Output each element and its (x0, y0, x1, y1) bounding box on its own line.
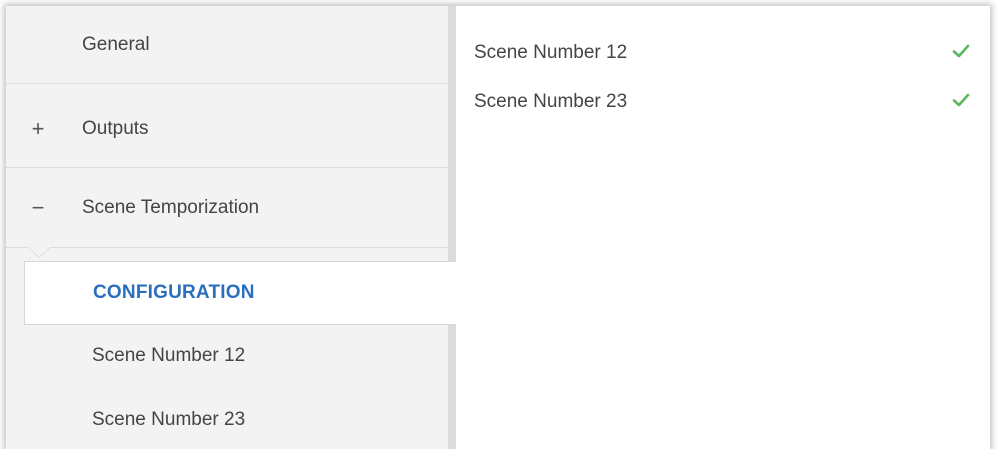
param-label: Scene Number 12 (474, 42, 628, 63)
sidebar-item-scene-temporization[interactable]: − Scene Temporization (6, 168, 448, 248)
subitem-label: Scene Number 23 (92, 409, 246, 430)
subitem-label: CONFIGURATION (93, 282, 255, 303)
expand-plus-icon[interactable]: + (28, 117, 48, 140)
subitem-configuration[interactable]: CONFIGURATION (24, 261, 456, 325)
param-row-scene-number-12: Scene Number 12 (474, 33, 978, 73)
subitem-label: Scene Number 12 (92, 345, 246, 366)
parameter-panel: Scene Number 12 Scene Number 23 (456, 6, 990, 449)
param-label: Scene Number 23 (474, 91, 628, 112)
scene-23-checkbox[interactable] (950, 89, 972, 111)
param-row-scene-number-23: Scene Number 23 (474, 82, 978, 122)
sidebar-item-label: Outputs (82, 117, 149, 139)
sidebar-item-outputs[interactable]: + Outputs (6, 90, 448, 168)
sidebar: General + Outputs − Scene Temporization … (6, 6, 456, 449)
subitem-scene-number-23[interactable]: Scene Number 23 (24, 390, 448, 449)
sidebar-item-label: Scene Temporization (82, 196, 260, 218)
scene-12-checkbox[interactable] (950, 40, 972, 62)
subitem-scene-number-12[interactable]: Scene Number 12 (24, 326, 448, 386)
collapse-minus-icon[interactable]: − (28, 196, 48, 219)
sidebar-item-general[interactable]: General (6, 6, 448, 84)
sidebar-item-label: General (82, 33, 150, 55)
checkmark-icon (952, 44, 970, 58)
parameter-window: General + Outputs − Scene Temporization … (6, 6, 990, 449)
pointer-caret-fill (28, 247, 50, 257)
checkmark-icon (952, 93, 970, 107)
